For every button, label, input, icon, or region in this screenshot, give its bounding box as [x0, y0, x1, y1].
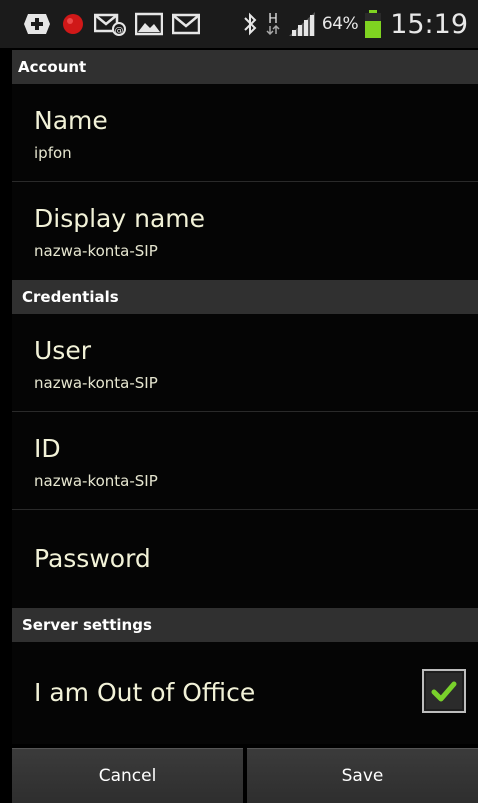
- pref-user[interactable]: User nazwa-konta-SIP: [12, 314, 478, 412]
- pref-title: User: [34, 336, 91, 365]
- section-header-server-settings: Server settings: [12, 608, 478, 642]
- pref-title: Name: [34, 106, 108, 135]
- pref-title: Display name: [34, 204, 205, 233]
- pref-title: Password: [34, 544, 151, 573]
- recording-dot-icon: [61, 12, 85, 36]
- battery-percent: 64%: [321, 14, 359, 34]
- status-bar: @ H 64% 15:19: [0, 0, 478, 48]
- pref-summary: nazwa-konta-SIP: [34, 472, 158, 490]
- hspa-data-icon: H: [264, 11, 282, 37]
- gmail-icon: [172, 12, 200, 36]
- pref-summary: nazwa-konta-SIP: [34, 242, 158, 260]
- plus-box-icon: [22, 12, 52, 36]
- battery-icon: [364, 9, 382, 39]
- pref-id[interactable]: ID nazwa-konta-SIP: [12, 412, 478, 510]
- save-button[interactable]: Save: [247, 748, 478, 803]
- bluetooth-icon: [242, 11, 258, 37]
- signal-icon: [288, 11, 316, 37]
- svg-text:H: H: [268, 12, 278, 27]
- pref-title: I am Out of Office: [34, 678, 256, 707]
- section-header-account: Account: [12, 50, 478, 84]
- gallery-icon: [135, 12, 163, 36]
- out-of-office-checkbox[interactable]: [422, 669, 466, 713]
- checkmark-icon: [426, 673, 462, 709]
- pref-title: ID: [34, 434, 61, 463]
- pref-password[interactable]: Password: [12, 510, 478, 608]
- pref-name[interactable]: Name ipfon: [12, 84, 478, 182]
- voicemail-icon: @: [94, 12, 126, 36]
- section-header-credentials: Credentials: [12, 280, 478, 314]
- pref-summary: nazwa-konta-SIP: [34, 374, 158, 392]
- notification-icons: @: [22, 12, 200, 36]
- clock: 15:19: [390, 8, 468, 40]
- button-bar: Cancel Save: [12, 748, 478, 803]
- cancel-button[interactable]: Cancel: [12, 748, 243, 803]
- pref-out-of-office[interactable]: I am Out of Office: [12, 642, 478, 744]
- settings-list: Account Name ipfon Display name nazwa-ko…: [12, 50, 478, 744]
- svg-text:@: @: [115, 26, 124, 36]
- system-icons: H 64% 15:19: [242, 9, 468, 40]
- pref-summary: ipfon: [34, 144, 72, 162]
- pref-display-name[interactable]: Display name nazwa-konta-SIP: [12, 182, 478, 280]
